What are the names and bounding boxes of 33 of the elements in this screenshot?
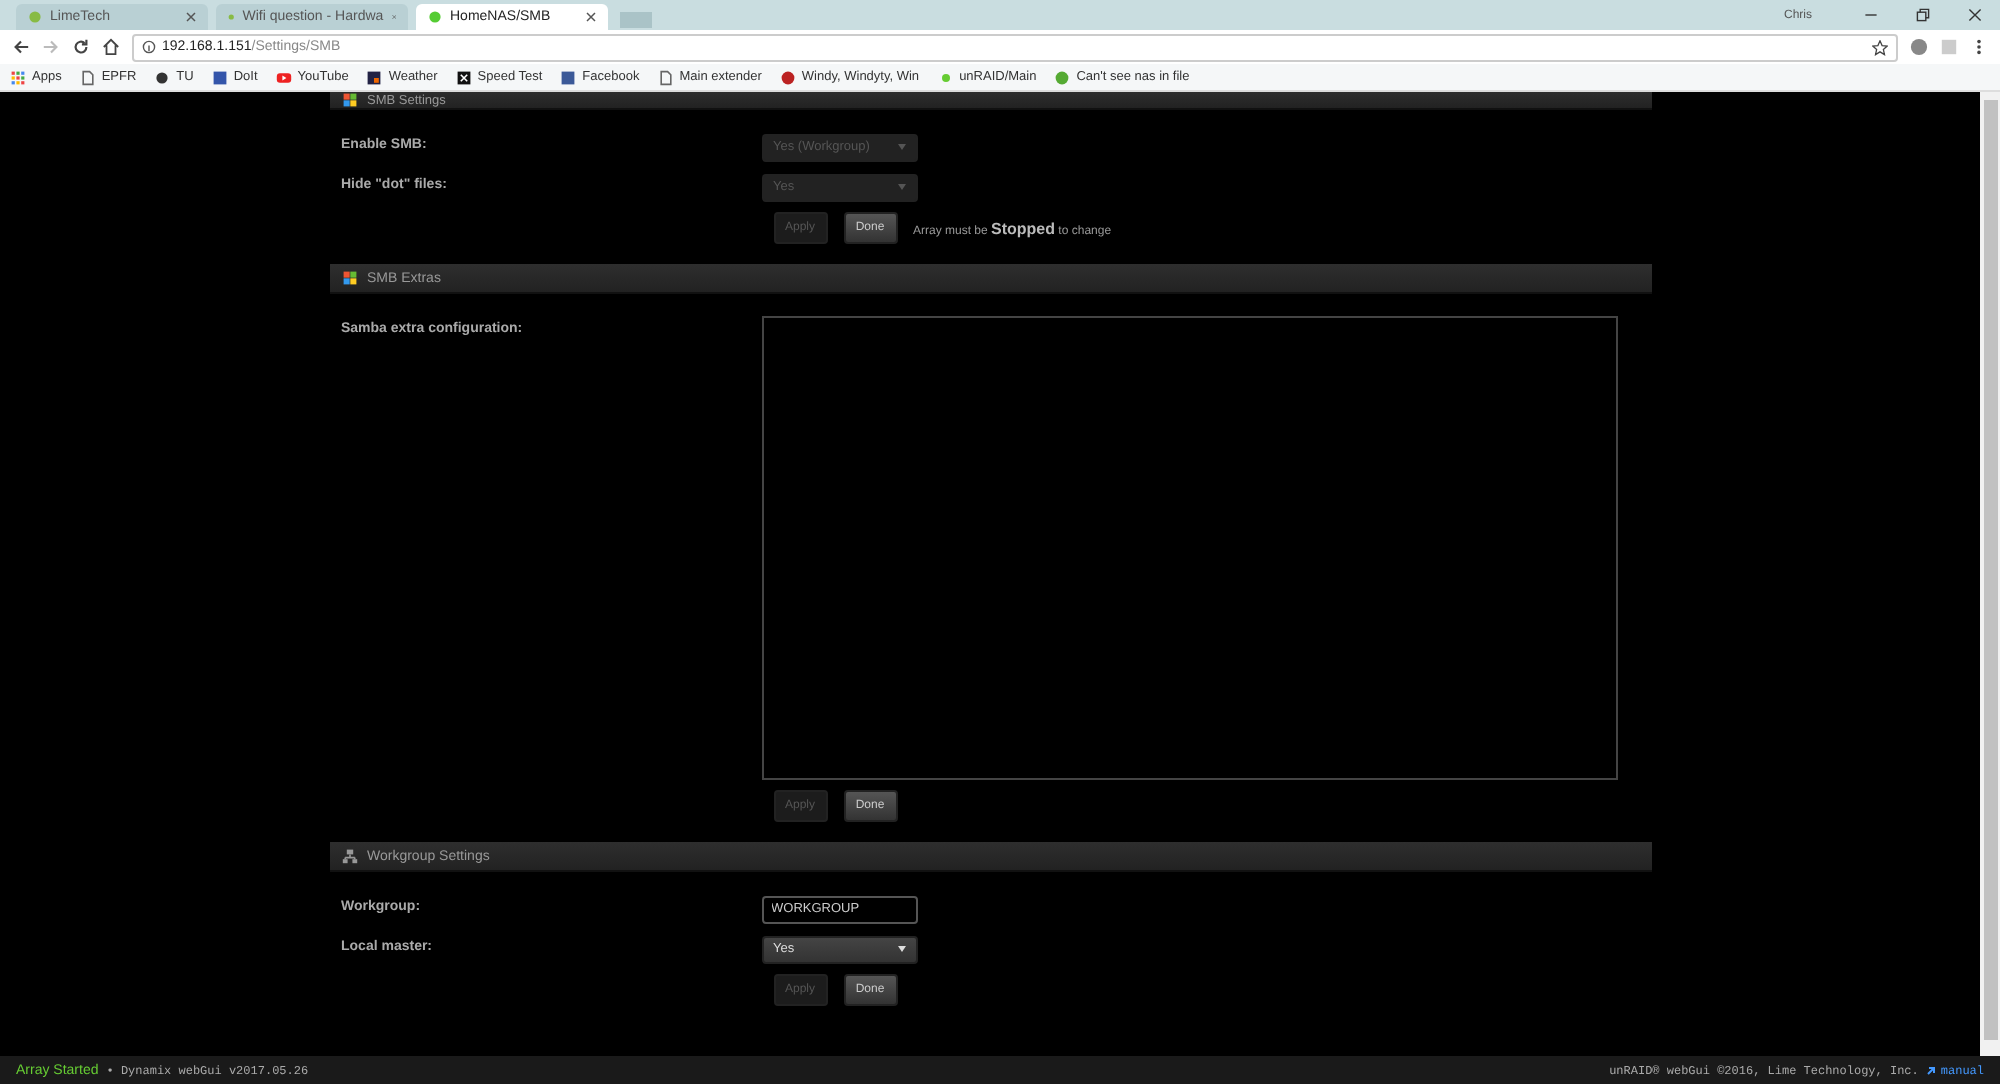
- bookmark-icon: [366, 69, 383, 85]
- back-icon[interactable]: [12, 38, 30, 56]
- network-icon: [341, 848, 357, 864]
- restore-icon[interactable]: [1915, 8, 1929, 22]
- windows-flag-icon: [341, 92, 357, 108]
- bookmark-icon: [275, 69, 292, 85]
- bookmark-icon: [1054, 69, 1071, 85]
- caret-icon: [897, 144, 905, 150]
- star-icon[interactable]: [1872, 39, 1888, 55]
- bookmark-icon: [937, 69, 954, 85]
- bookmark-icon: [779, 69, 796, 85]
- bookmark-icon: [560, 69, 577, 85]
- bookmark-icon: [10, 69, 26, 85]
- favicon-icon: [28, 10, 42, 24]
- bookmark-icon: [79, 69, 96, 85]
- info-icon: [142, 40, 156, 54]
- favicon-icon: [428, 10, 442, 24]
- favicon-icon: [228, 10, 235, 24]
- close-icon[interactable]: [1967, 8, 1981, 22]
- link-icon: [1926, 1065, 1937, 1075]
- scrollbar[interactable]: [1980, 92, 2000, 1056]
- bookmark-icon: [211, 69, 228, 85]
- minimize-icon[interactable]: [1863, 8, 1877, 22]
- home-icon[interactable]: [102, 38, 120, 56]
- caret-icon: [897, 946, 905, 952]
- bookmark-icon: [657, 69, 674, 85]
- bookmark-icon: [154, 69, 171, 85]
- close-icon[interactable]: [186, 12, 196, 22]
- caret-icon: [897, 184, 905, 190]
- close-icon[interactable]: [586, 12, 596, 22]
- reload-icon[interactable]: [72, 38, 90, 56]
- bookmark-icon: [455, 69, 472, 85]
- windows-flag-icon: [341, 270, 357, 286]
